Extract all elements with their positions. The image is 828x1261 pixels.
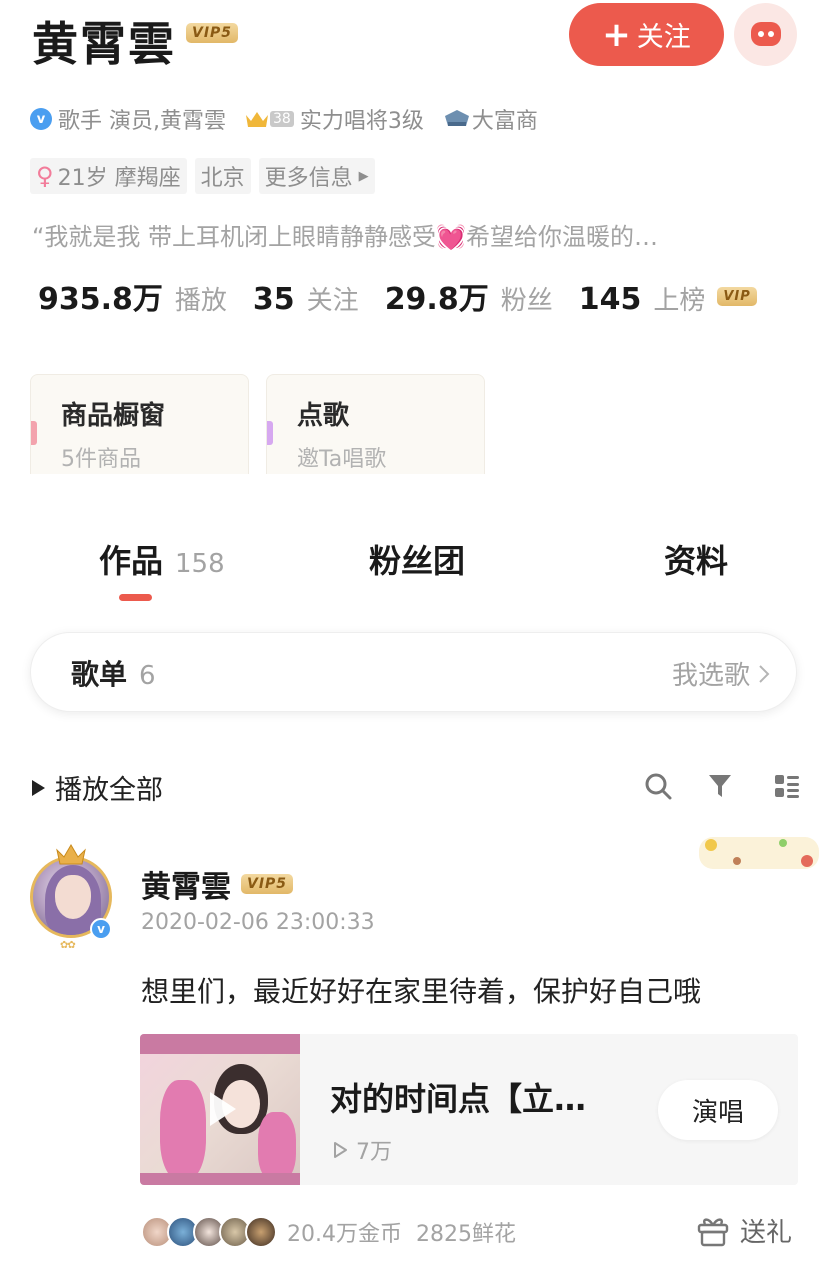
pick-song-link[interactable]: 我选歌: [672, 655, 770, 692]
plays-count: 935.8万: [38, 282, 163, 317]
profile-stats: 935.8万 播放 35 关注 29.8万 粉丝 145 上榜 VIP: [38, 274, 757, 318]
play-count-value: 7万: [356, 1140, 392, 1165]
play-all-button[interactable]: 播放全部: [32, 768, 163, 807]
gift-summary[interactable]: 20.4万金币 2825鲜花: [141, 1212, 516, 1252]
chevron-right-icon: [759, 664, 770, 683]
more-info-text: 更多信息: [264, 166, 353, 191]
avatar-pendant-decoration: [697, 833, 821, 873]
play-icon[interactable]: [200, 1088, 242, 1130]
follow-button[interactable]: + 关注: [569, 3, 724, 66]
song-request-card[interactable]: 点歌 邀Ta唱歌: [266, 374, 485, 474]
coins-total: 20.4万金币: [287, 1222, 402, 1247]
crown-icon: [246, 112, 268, 127]
card-marker: [267, 421, 273, 445]
wealth-level[interactable]: 大富商: [442, 103, 538, 135]
singer-level[interactable]: 38 实力唱将3级: [244, 103, 424, 135]
signature[interactable]: “我就是我 带上耳机闭上眼睛静静感受💓希望给你温暖的…: [32, 217, 792, 252]
profile-tags: ♀ 21岁 摩羯座 北京 更多信息 ▶: [30, 158, 375, 194]
song-title: 对的时间点【立…: [330, 1080, 587, 1118]
song-play-count: 7万: [332, 1134, 392, 1166]
fans-label[interactable]: 粉丝: [501, 280, 553, 317]
search-button[interactable]: [640, 768, 676, 804]
level-number: 38: [270, 111, 294, 127]
songlist-bar[interactable]: 歌单 6 我选歌: [30, 632, 797, 712]
chart-count[interactable]: 145: [579, 282, 642, 317]
post-author-name: 黄霄雲: [141, 870, 231, 905]
gifter-avatar: [245, 1216, 277, 1248]
play-icon: [32, 779, 45, 796]
tab-fan-club[interactable]: 粉丝团: [369, 536, 465, 582]
more-info-tag[interactable]: 更多信息 ▶: [258, 158, 375, 194]
age-sign-text: 21岁 摩羯座: [57, 166, 181, 191]
profile-name: 黄霄雲: [32, 17, 176, 71]
songlist-count: 6: [139, 661, 156, 691]
chat-icon: [750, 21, 781, 46]
post-author[interactable]: 黄霄雲 VIP5: [141, 862, 294, 906]
tab-works-label: 作品: [99, 542, 164, 580]
post-text[interactable]: 想里们，最近好好在家里待着，保护好自己哦: [141, 970, 701, 1010]
play-all-label: 播放全部: [55, 775, 163, 806]
active-tab-indicator: [119, 594, 152, 601]
post-timestamp: 2020-02-06 23:00:33: [141, 910, 375, 935]
thumb-frame: [140, 1034, 300, 1054]
search-icon: [645, 773, 672, 800]
play-outline-icon: [334, 1142, 347, 1158]
arrow-right-icon: ▶: [358, 168, 369, 184]
card-subtitle: 5件商品: [61, 447, 141, 472]
following-count[interactable]: 35: [253, 282, 295, 317]
pick-song-label: 我选歌: [671, 661, 750, 691]
wealth-text: 大富商: [471, 109, 538, 134]
wealth-icon: [444, 110, 469, 126]
female-icon: ♀: [36, 162, 54, 190]
verified-icon: v: [30, 108, 52, 130]
avatar-face: [55, 875, 91, 919]
chart-vip-badge: VIP: [717, 286, 757, 306]
verified-text: 歌手 演员,黄霄雲: [58, 109, 226, 134]
vip-badge: VIP5: [186, 23, 239, 43]
chart-label[interactable]: 上榜: [653, 280, 705, 317]
crown-icon: [56, 844, 86, 865]
following-label[interactable]: 关注: [307, 280, 359, 317]
message-button[interactable]: [734, 3, 797, 66]
song-thumbnail[interactable]: [140, 1034, 300, 1185]
songlist-title: 歌单 6: [71, 653, 156, 693]
tab-works[interactable]: 作品 158: [99, 536, 225, 582]
sing-button[interactable]: 演唱: [658, 1080, 778, 1140]
card-subtitle: 邀Ta唱歌: [297, 447, 387, 472]
fans-count[interactable]: 29.8万: [385, 274, 489, 318]
plays-label: 播放: [174, 286, 227, 316]
filter-button[interactable]: [702, 768, 738, 804]
gift-icon: [697, 1217, 729, 1246]
layout-toggle-button[interactable]: [769, 768, 805, 804]
thumb-frame: [140, 1173, 300, 1185]
songlist-label: 歌单: [71, 658, 128, 691]
plus-icon: +: [602, 14, 631, 55]
profile-info-line: v 歌手 演员,黄霄雲 38 实力唱将3级 大富商: [30, 102, 538, 136]
verified-icon: v: [90, 918, 112, 940]
card-marker: [31, 421, 37, 445]
level-text: 实力唱将3级: [299, 109, 424, 134]
post-avatar[interactable]: v ✿✿: [30, 844, 114, 951]
rank-stars-icon: ✿✿: [60, 940, 76, 951]
send-gift-label: 送礼: [740, 1218, 793, 1248]
flowers-total: 2825鲜花: [416, 1222, 516, 1247]
tab-profile-info[interactable]: 资料: [664, 536, 728, 582]
tab-works-count: 158: [175, 549, 225, 579]
song-card[interactable]: 对的时间点【立… 7万 演唱: [140, 1034, 798, 1185]
card-title: 点歌: [297, 401, 350, 431]
filter-icon: [709, 775, 731, 797]
age-sign-tag: ♀ 21岁 摩羯座: [30, 158, 187, 194]
follow-label: 关注: [636, 22, 691, 53]
city-tag: 北京: [194, 158, 251, 194]
vip-badge: VIP5: [241, 874, 294, 894]
thumb-decor: [258, 1112, 296, 1182]
card-title: 商品橱窗: [61, 401, 166, 431]
send-gift-button[interactable]: 送礼: [696, 1212, 792, 1249]
list-view-icon: [775, 775, 799, 798]
shop-window-card[interactable]: 商品橱窗 5件商品: [30, 374, 249, 474]
